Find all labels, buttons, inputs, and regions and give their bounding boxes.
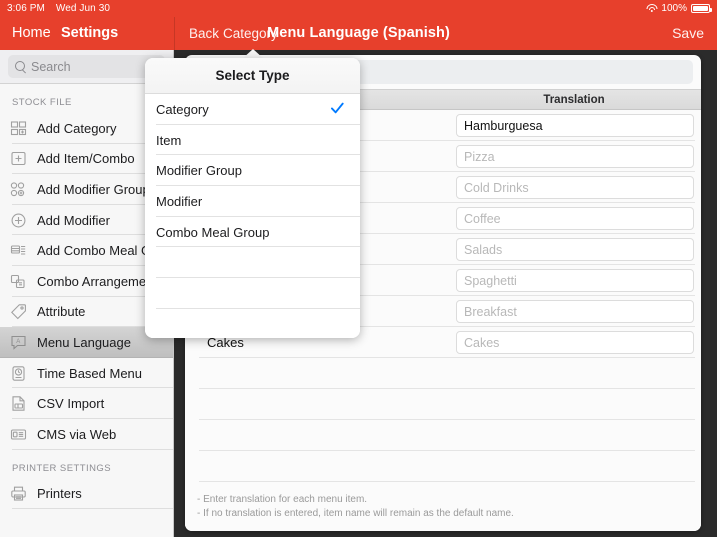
popover-option-label: Modifier — [156, 193, 203, 209]
help-note-1: - Enter translation for each menu item. — [197, 494, 368, 505]
translation-input[interactable]: Spaghetti — [456, 269, 694, 292]
menu-language-icon: A — [10, 334, 27, 351]
search-input[interactable]: Search — [8, 55, 165, 78]
translation-input[interactable]: Pizza — [456, 145, 694, 168]
sidebar-item-label: Add Category — [37, 120, 117, 136]
sidebar-item-label: Add Item/Combo — [37, 151, 135, 167]
sidebar-section-header: PRINTER SETTINGS — [12, 462, 112, 474]
sidebar-item-printers[interactable]: Printers — [0, 479, 173, 510]
navigation-bar: Home Settings Back Category Menu Languag… — [0, 17, 717, 50]
table-row-empty — [185, 389, 701, 420]
select-type-popover: Select Type Category Item Modifier Group Mo… — [145, 49, 360, 338]
popover-blank-row — [145, 247, 360, 279]
popover-blank-row — [145, 308, 360, 338]
combo-arrangement-icon — [10, 273, 27, 290]
csv-import-icon — [10, 395, 27, 412]
tag-icon — [10, 303, 27, 320]
page-title: Menu Language (Spanish) — [267, 25, 450, 41]
popover-body: Select Type Category Item Modifier Group Mo… — [145, 58, 360, 338]
translation-placeholder: Coffee — [464, 211, 501, 226]
help-note-2: - If no translation is entered, item nam… — [197, 508, 514, 519]
checkmark-icon — [331, 102, 344, 115]
printer-icon — [10, 485, 27, 502]
status-date: Wed Jun 30 — [55, 3, 111, 14]
translation-input[interactable]: Salads — [456, 238, 694, 261]
sidebar-item-label: CSV Import — [37, 396, 105, 412]
popover-option-modifier[interactable]: Modifier — [145, 186, 360, 217]
sidebar-item-label: Add Modifier — [37, 212, 110, 228]
sidebar-item-csv-import[interactable]: CSV Import — [0, 388, 173, 419]
popover-option-label: Category — [156, 101, 209, 117]
add-modifier-group-icon — [10, 181, 27, 198]
popover-option-modifier-group[interactable]: Modifier Group — [145, 155, 360, 187]
popover-option-label: Item — [156, 132, 182, 148]
translation-value: Hamburguesa — [464, 118, 543, 133]
translation-input[interactable]: Breakfast — [456, 300, 694, 323]
battery-percent: 100% — [661, 3, 687, 14]
cms-via-web-icon — [10, 426, 27, 443]
sidebar-item-time-based-menu[interactable]: Time Based Menu — [0, 358, 173, 389]
popover-option-list: Category Item Modifier Group Modifier Combo … — [145, 94, 360, 338]
ipad-screen: 3:06 PM Wed Jun 30 100% Home Settings Ba… — [0, 0, 717, 537]
add-item-combo-icon — [10, 150, 27, 167]
battery-full-icon — [691, 4, 712, 13]
translation-input[interactable]: Cakes — [456, 331, 694, 354]
sidebar-item-label: Add Modifier Group — [37, 181, 150, 197]
sidebar-item-label: Time Based Menu — [37, 365, 143, 381]
svg-text:A: A — [16, 339, 20, 345]
table-row-empty — [185, 451, 701, 482]
help-notes: - Enter translation for each menu item. … — [185, 485, 701, 531]
popover-option-label: Combo Meal Group — [156, 224, 270, 240]
add-category-icon — [10, 120, 27, 137]
popover-option-combo-meal-group[interactable]: Combo Meal Group — [145, 216, 360, 248]
translation-placeholder: Pizza — [464, 149, 495, 164]
translation-input[interactable]: Hamburguesa — [456, 114, 694, 137]
status-bar-right: 100% — [646, 0, 712, 17]
popover-option-item[interactable]: Item — [145, 124, 360, 156]
table-row-empty — [185, 358, 701, 389]
status-time: 3:06 PM — [7, 3, 45, 14]
popover-option-label: Modifier Group — [156, 163, 242, 179]
translation-input[interactable]: Cold Drinks — [456, 176, 694, 199]
popover-title: Select Type — [145, 58, 360, 94]
column-header-translation: Translation — [543, 94, 605, 106]
time-based-menu-icon — [10, 365, 27, 382]
status-bar: 3:06 PM Wed Jun 30 100% — [0, 0, 717, 17]
translation-placeholder: Salads — [464, 242, 503, 257]
sidebar-item-label: CMS via Web — [37, 426, 117, 442]
search-icon — [15, 61, 26, 72]
translation-placeholder: Cakes — [464, 335, 500, 350]
wifi-icon — [646, 4, 658, 13]
sidebar-item-cms-via-web[interactable]: CMS via Web — [0, 419, 173, 450]
translation-placeholder: Cold Drinks — [464, 180, 529, 195]
add-modifier-icon — [10, 212, 27, 229]
sidebar-item-label: Combo Arrangement — [37, 273, 157, 289]
translation-input[interactable]: Coffee — [456, 207, 694, 230]
popover-blank-row — [145, 278, 360, 309]
save-button[interactable]: Save — [672, 17, 704, 50]
sidebar-item-label: Printers — [37, 486, 82, 502]
sidebar-item-label: Attribute — [37, 304, 86, 320]
translation-placeholder: Spaghetti — [464, 273, 517, 288]
sidebar-item-label: Menu Language — [37, 334, 131, 350]
search-placeholder: Search — [31, 59, 71, 74]
add-combo-meal-group-icon — [10, 242, 27, 259]
status-bar-left: 3:06 PM Wed Jun 30 — [7, 0, 110, 17]
translation-placeholder: Breakfast — [464, 304, 517, 319]
popover-option-category[interactable]: Category — [145, 94, 360, 125]
table-row-empty — [185, 420, 701, 451]
